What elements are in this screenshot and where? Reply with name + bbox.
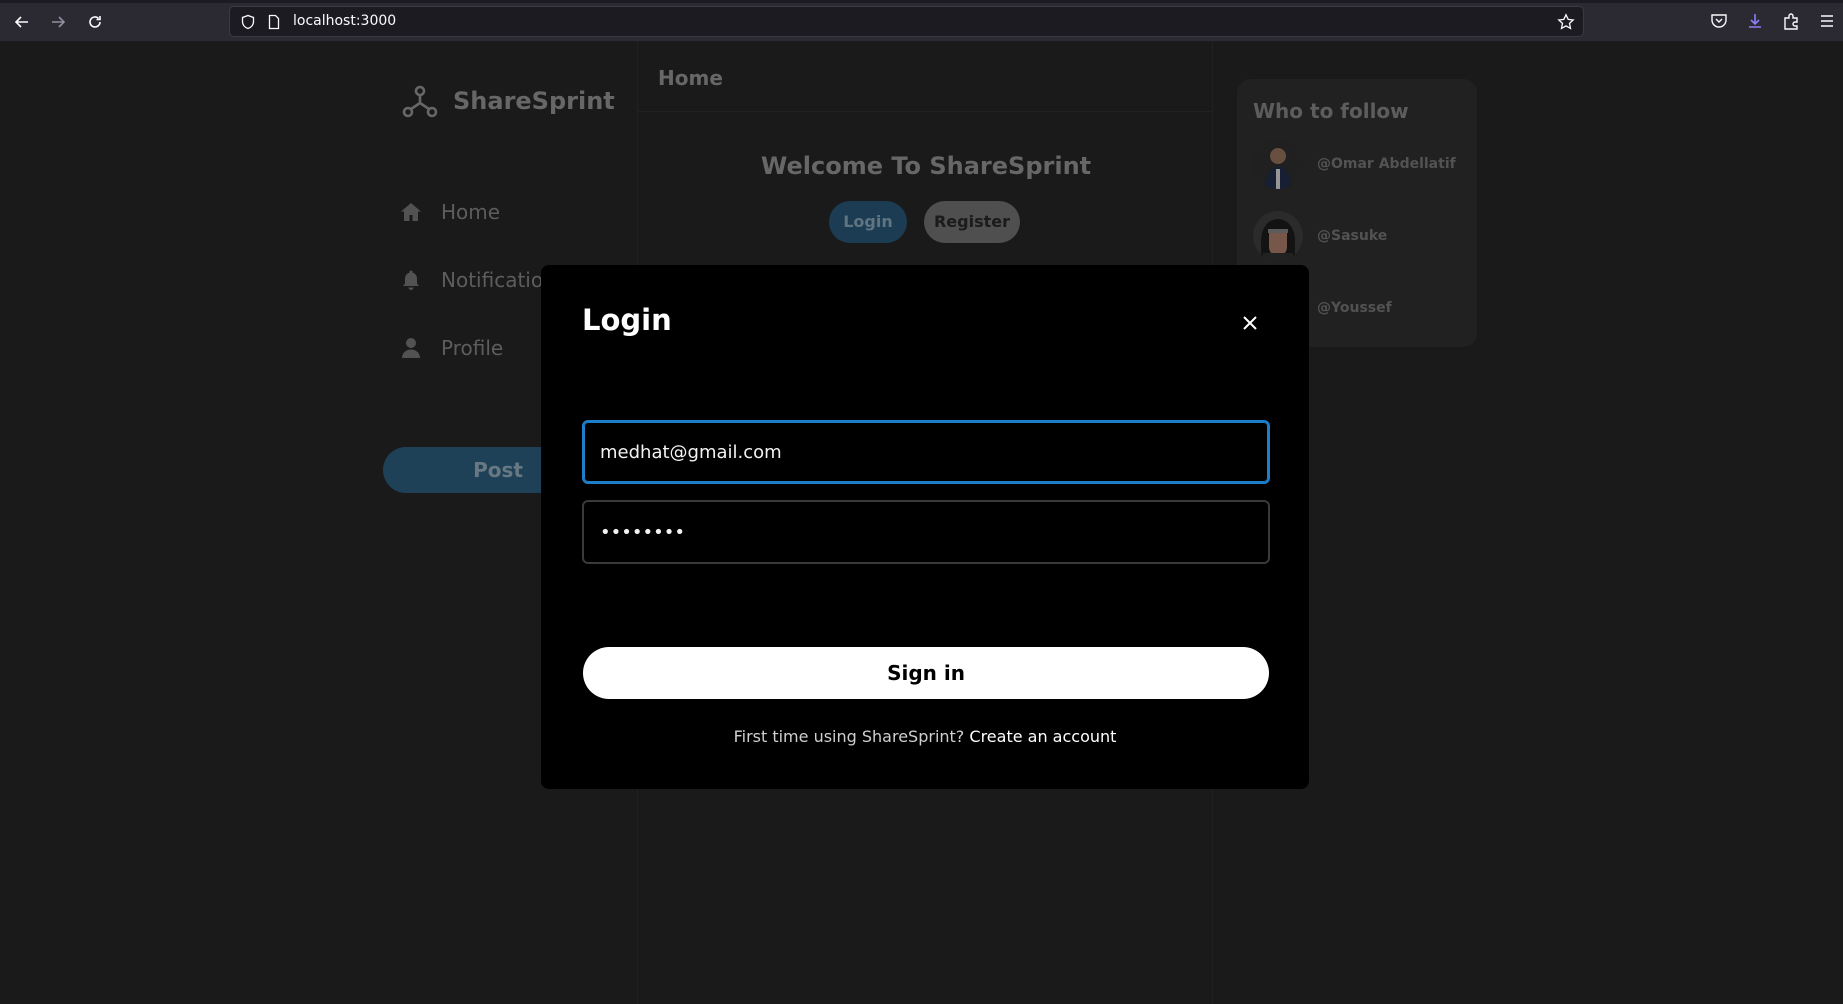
close-icon[interactable] xyxy=(1240,313,1260,333)
tab-strip xyxy=(0,0,1843,3)
pocket-icon[interactable] xyxy=(1709,11,1729,31)
bookmark-star-icon[interactable] xyxy=(1557,13,1575,31)
menu-icon[interactable] xyxy=(1817,11,1837,31)
create-account-link[interactable]: Create an account xyxy=(969,727,1116,746)
downloads-icon[interactable] xyxy=(1745,11,1765,31)
reload-icon[interactable] xyxy=(83,10,107,34)
modal-title: Login xyxy=(582,303,672,337)
page-info-icon[interactable] xyxy=(266,14,282,30)
browser-toolbar: localhost:3000 xyxy=(0,0,1843,42)
login-modal: Login Sign in First time using ShareSpri… xyxy=(541,265,1309,789)
sign-in-button[interactable]: Sign in xyxy=(583,647,1269,699)
url-text[interactable]: localhost:3000 xyxy=(293,13,396,29)
extensions-icon[interactable] xyxy=(1781,11,1801,31)
signup-prompt: First time using ShareSprint? Create an … xyxy=(541,727,1309,746)
shield-icon[interactable] xyxy=(240,14,256,30)
address-bar[interactable]: localhost:3000 xyxy=(229,6,1584,37)
back-icon[interactable] xyxy=(10,10,34,34)
password-field[interactable] xyxy=(582,500,1270,564)
signup-prompt-text: First time using ShareSprint? xyxy=(733,727,965,746)
forward-icon[interactable] xyxy=(46,10,70,34)
email-field[interactable] xyxy=(582,420,1270,484)
